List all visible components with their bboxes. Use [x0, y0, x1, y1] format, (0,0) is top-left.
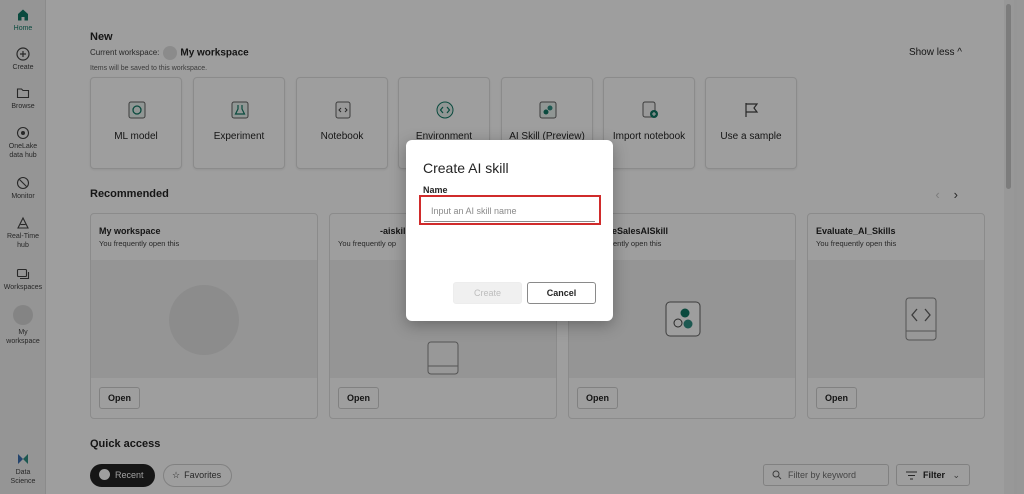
- name-input-highlight: [419, 195, 601, 225]
- create-ai-skill-dialog: Create AI skill Name Create Cancel: [406, 140, 613, 321]
- create-button[interactable]: Create: [453, 282, 522, 304]
- cancel-button[interactable]: Cancel: [527, 282, 596, 304]
- name-field-label: Name: [423, 185, 448, 195]
- dialog-title: Create AI skill: [423, 160, 509, 176]
